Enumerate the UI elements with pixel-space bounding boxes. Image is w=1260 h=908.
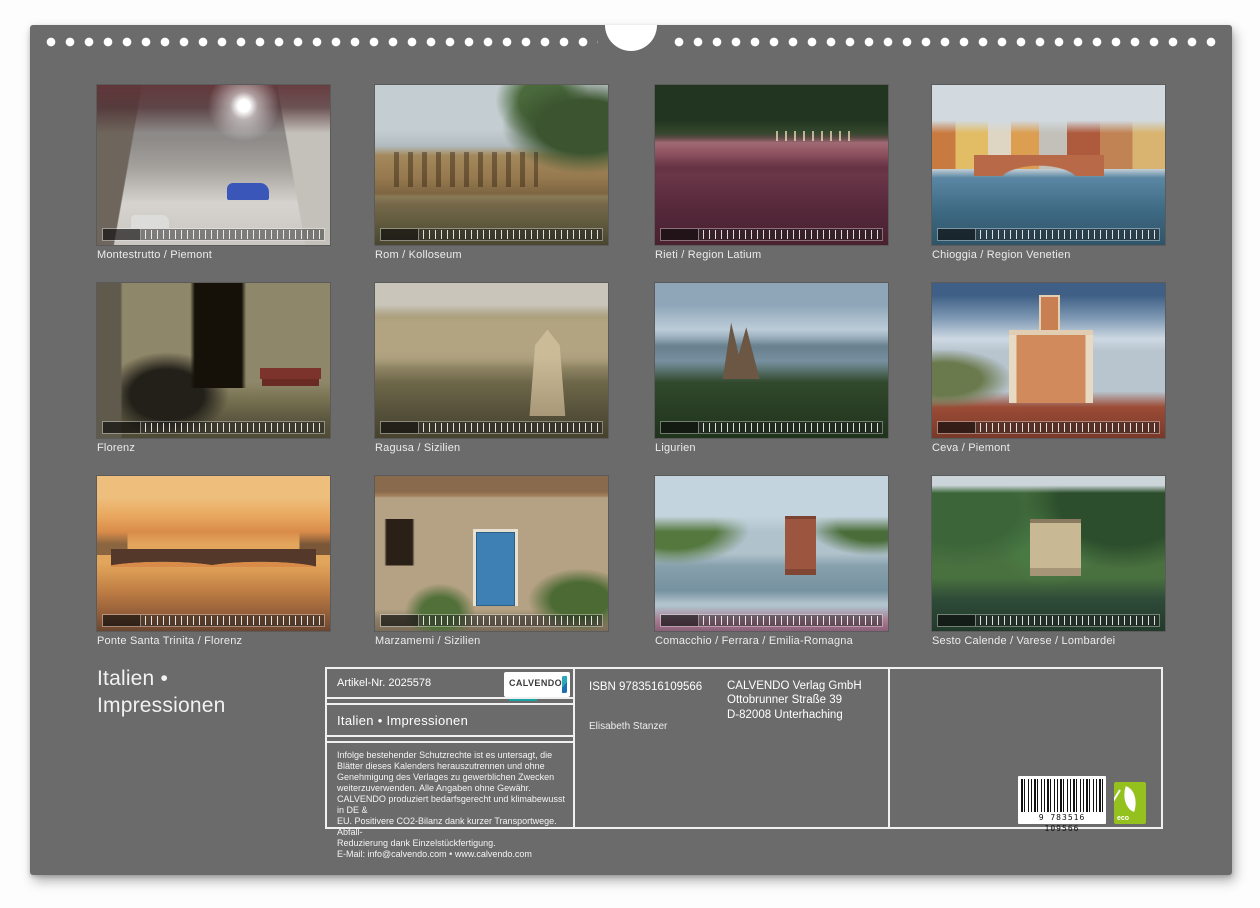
photo-caption: Ponte Santa Trinita / Florenz: [97, 635, 330, 647]
photo-sesto-calende-varese-lombardei: [932, 476, 1165, 631]
calendar-page-thumbnail: Florenz: [97, 283, 330, 454]
mini-calendar-strip: [103, 422, 324, 433]
photo-ragusa-sizilien: [375, 283, 608, 438]
calendar-page-thumbnail: Ragusa / Sizilien: [375, 283, 608, 454]
photo-caption: Rieti / Region Latium: [655, 249, 888, 261]
photo-caption: Ragusa / Sizilien: [375, 442, 608, 454]
photo-caption: Chioggia / Region Venetien: [932, 249, 1165, 261]
photo-marzamemi-sizilien: [375, 476, 608, 631]
legal-text: Infolge bestehender Schutzrechte ist es …: [327, 741, 573, 866]
info-column-left: Artikel-Nr. 2025578 CALVENDO Italien • I…: [327, 669, 575, 827]
photo-caption: Rom / Kolloseum: [375, 249, 608, 261]
photo-rieti-region-latium: [655, 85, 888, 245]
photo-caption: Ceva / Piemont: [932, 442, 1165, 454]
publisher-address: CALVENDO Verlag GmbH Ottobrunner Straße …: [727, 679, 862, 722]
mini-calendar-strip: [381, 229, 602, 240]
eco-logo: eco: [1114, 782, 1146, 824]
barcode-area: 9 783516 109566 eco: [1018, 776, 1146, 824]
photo-chioggia-region-venetien: [932, 85, 1165, 245]
calendar-page-thumbnail: Montestrutto / Piemont: [97, 85, 330, 261]
photo-rom-kolloseum: [375, 85, 608, 245]
barcode: 9 783516 109566: [1018, 776, 1106, 824]
calvendo-logo-text: CALVENDO: [509, 669, 562, 701]
mini-calendar-strip: [661, 422, 882, 433]
calendar-page-thumbnail: Ligurien: [655, 283, 888, 454]
photo-caption: Ligurien: [655, 442, 888, 454]
eco-label: eco: [1117, 815, 1129, 822]
calendar-page-thumbnail: Ponte Santa Trinita / Florenz: [97, 476, 330, 647]
calendar-page-thumbnail: Ceva / Piemont: [932, 283, 1165, 454]
info-column-middle: ISBN 9783516109566 CALVENDO Verlag GmbH …: [575, 669, 890, 827]
calvendo-logo: CALVENDO: [504, 672, 570, 697]
photo-montestrutto-piemont: [97, 85, 330, 245]
barcode-bars: [1021, 779, 1103, 812]
mini-calendar-strip: [381, 615, 602, 626]
barcode-digits: 9 783516 109566: [1021, 812, 1103, 834]
back-cover-title: Italien • Impressionen: [97, 665, 225, 720]
photo-caption: Montestrutto / Piemont: [97, 249, 330, 261]
calvendo-calendar-icon: [562, 676, 567, 694]
photo-ponte-santa-trinita-florenz: [97, 476, 330, 631]
mini-calendar-strip: [381, 422, 602, 433]
author-name: Elisabeth Stanzer: [589, 721, 667, 732]
calendar-page-thumbnail: Comacchio / Ferrara / Emilia-Romagna: [655, 476, 888, 647]
photo-caption: Marzamemi / Sizilien: [375, 635, 608, 647]
artikel-nr-text: Artikel-Nr. 2025578: [337, 677, 431, 689]
mini-calendar-strip: [661, 615, 882, 626]
product-title-cell: Italien • Impressionen: [327, 703, 573, 737]
photo-caption: Sesto Calende / Varese / Lombardei: [932, 635, 1165, 647]
artikel-nr-cell: Artikel-Nr. 2025578 CALVENDO: [327, 669, 573, 699]
mini-calendar-strip: [103, 229, 324, 240]
calendar-page-thumbnail: Marzamemi / Sizilien: [375, 476, 608, 647]
photo-ligurien: [655, 283, 888, 438]
calendar-page-thumbnail: Rieti / Region Latium: [655, 85, 888, 261]
calendar-page-thumbnail: Rom / Kolloseum: [375, 85, 608, 261]
photo-caption: Comacchio / Ferrara / Emilia-Romagna: [655, 635, 888, 647]
photo-florenz: [97, 283, 330, 438]
mini-calendar-strip: [103, 615, 324, 626]
calvendo-tagline: [509, 699, 537, 701]
calendar-page-thumbnail: Sesto Calende / Varese / Lombardei: [932, 476, 1165, 647]
eco-leaf-stem: [1114, 789, 1121, 816]
calendar-page-thumbnail: Chioggia / Region Venetien: [932, 85, 1165, 261]
photo-comacchio-ferrara-emilia-romagna: [655, 476, 888, 631]
photo-caption: Florenz: [97, 442, 330, 454]
mini-calendar-strip: [938, 615, 1159, 626]
calendar-back-sheet: Montestrutto / Piemont Rom / Kolloseum R…: [30, 25, 1232, 875]
mini-calendar-strip: [938, 229, 1159, 240]
photo-ceva-piemont: [932, 283, 1165, 438]
eco-leaf-icon: [1119, 786, 1141, 812]
info-table: Artikel-Nr. 2025578 CALVENDO Italien • I…: [325, 667, 1163, 829]
info-column-right: 9 783516 109566 eco: [890, 669, 1161, 827]
mini-calendar-strip: [938, 422, 1159, 433]
isbn-text: ISBN 9783516109566: [589, 681, 702, 693]
mini-calendar-strip: [661, 229, 882, 240]
